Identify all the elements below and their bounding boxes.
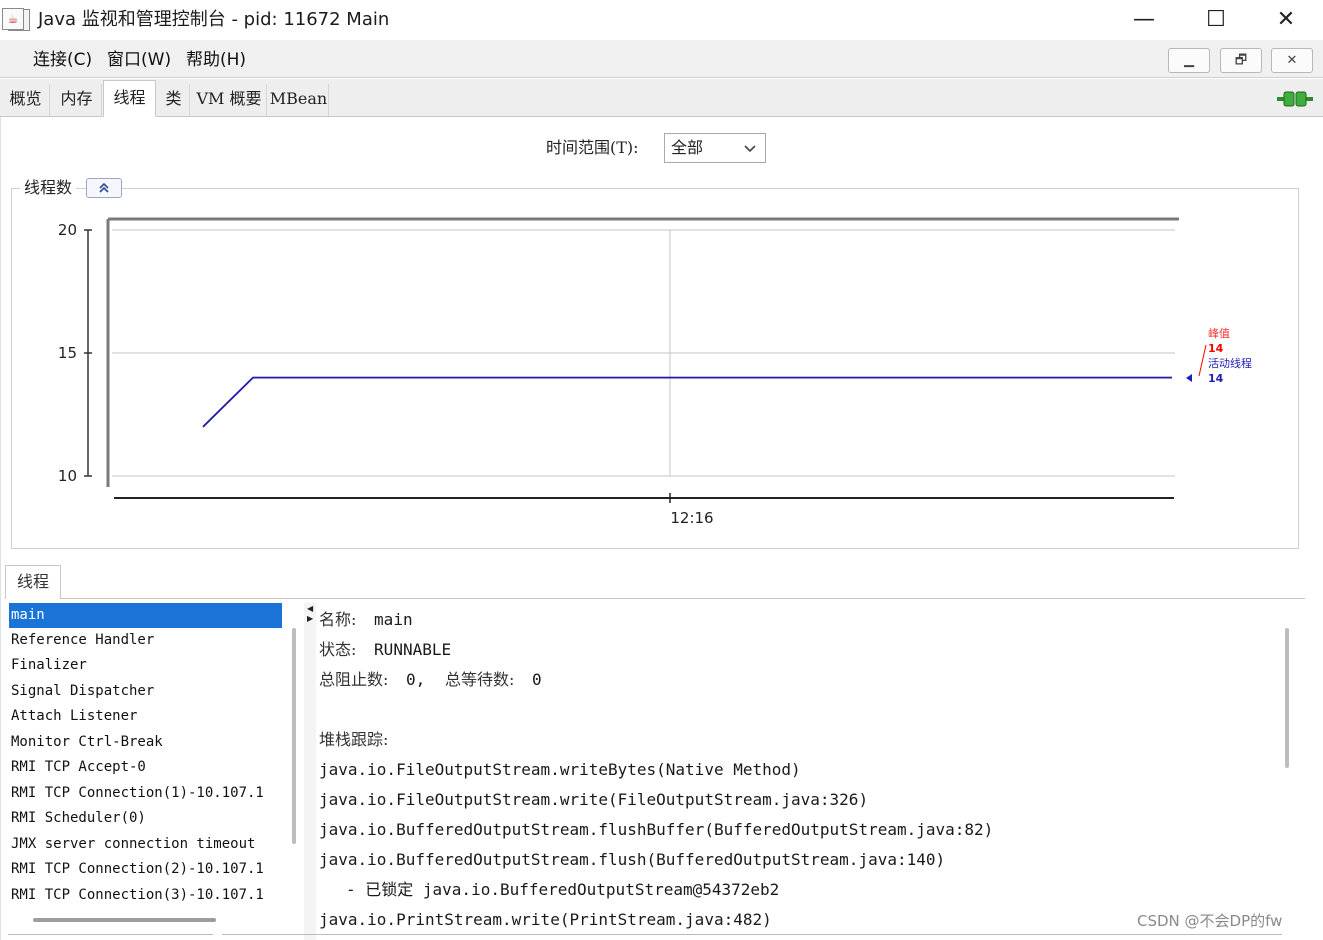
name-label: 名称:: [319, 610, 357, 629]
stack-frame: java.io.PrintStream.write(PrintStream.ja…: [319, 910, 772, 929]
split-arrows-icon[interactable]: ◀ ▶: [307, 604, 315, 630]
legend-peak-value: 14: [1208, 342, 1224, 355]
thread-count-title: 线程数: [20, 177, 77, 199]
waited-label: 总等待数:: [444, 670, 515, 689]
watermark: CSDN @不会DP的fw: [1137, 912, 1283, 930]
name-value: main: [374, 610, 413, 629]
thread-item[interactable]: RMI Scheduler(0): [9, 806, 282, 831]
stack-frame: java.io.BufferedOutputStream.flush(Buffe…: [319, 850, 946, 869]
thread-item[interactable]: Attach Listener: [9, 704, 282, 729]
thread-item[interactable]: Signal Dispatcher: [9, 679, 282, 704]
thread-list[interactable]: main Reference Handler Finalizer Signal …: [9, 603, 282, 910]
double-chevron-up-icon: [99, 182, 109, 193]
thread-list-horizontal-scrollbar[interactable]: [33, 918, 216, 922]
split-divider[interactable]: [304, 603, 316, 940]
legend-peak-label: 峰值: [1208, 327, 1230, 340]
y-tick-label: 10: [58, 467, 77, 485]
blocked-value: 0,: [406, 670, 426, 689]
bottom-scroll-track: [8, 934, 213, 940]
stack-frame: java.io.BufferedOutputStream.flushBuffer…: [319, 820, 994, 839]
thread-detail-panel: 名称: main 状态: RUNNABLE 总阻止数: 0, 总等待数: 0 堆…: [316, 603, 1278, 940]
detail-state-row: 状态: RUNNABLE: [319, 635, 451, 665]
state-value: RUNNABLE: [374, 640, 452, 659]
thread-item[interactable]: main: [9, 603, 282, 628]
stack-frame: java.io.FileOutputStream.write(FileOutpu…: [319, 790, 869, 809]
stack-frame: java.io.FileOutputStream.writeBytes(Nati…: [319, 760, 801, 779]
thread-item[interactable]: JMX server connection timeout: [9, 832, 282, 857]
legend-peak-pointer: [1198, 344, 1207, 377]
detail-name-row: 名称: main: [319, 605, 413, 635]
thread-item[interactable]: Monitor Ctrl-Break: [9, 730, 282, 755]
current-value-marker: [1186, 374, 1192, 382]
thread-list-vertical-scrollbar[interactable]: [292, 628, 296, 844]
detail-counts-row: 总阻止数: 0, 总等待数: 0: [319, 665, 542, 695]
detail-vertical-scrollbar[interactable]: [1285, 628, 1289, 768]
thread-item[interactable]: RMI TCP Connection(1)-10.107.1: [9, 781, 282, 806]
stack-trace-label: 堆栈跟踪:: [319, 730, 389, 749]
thread-item[interactable]: RMI TCP Connection(3)-10.107.1: [9, 883, 282, 908]
legend-live-label: 活动线程: [1208, 356, 1252, 370]
y-tick-label: 15: [58, 344, 77, 362]
x-tick-label: 12:16: [670, 509, 713, 527]
blocked-label: 总阻止数:: [319, 670, 389, 689]
thread-item[interactable]: Reference Handler: [9, 628, 282, 653]
y-ticks: 20 15 10: [58, 221, 92, 485]
thread-item[interactable]: Finalizer: [9, 653, 282, 678]
thread-item[interactable]: RMI TCP Accept-0: [9, 755, 282, 780]
thread-count-chart: 20 15 10 12:16 峰值 14 活动线程 14: [58, 217, 1252, 527]
thread-item[interactable]: RMI TCP Connection(2)-10.107.1: [9, 857, 282, 882]
waited-value: 0: [532, 670, 542, 689]
y-tick-label: 20: [58, 221, 77, 239]
collapse-button[interactable]: [86, 178, 122, 198]
state-label: 状态:: [319, 640, 357, 659]
legend-live-value: 14: [1208, 372, 1224, 385]
bottom-scroll-track: [222, 934, 1282, 940]
stack-lock-line: - 已锁定 java.io.BufferedOutputStream@54372…: [346, 880, 780, 899]
threads-subtab[interactable]: 线程: [5, 565, 61, 599]
